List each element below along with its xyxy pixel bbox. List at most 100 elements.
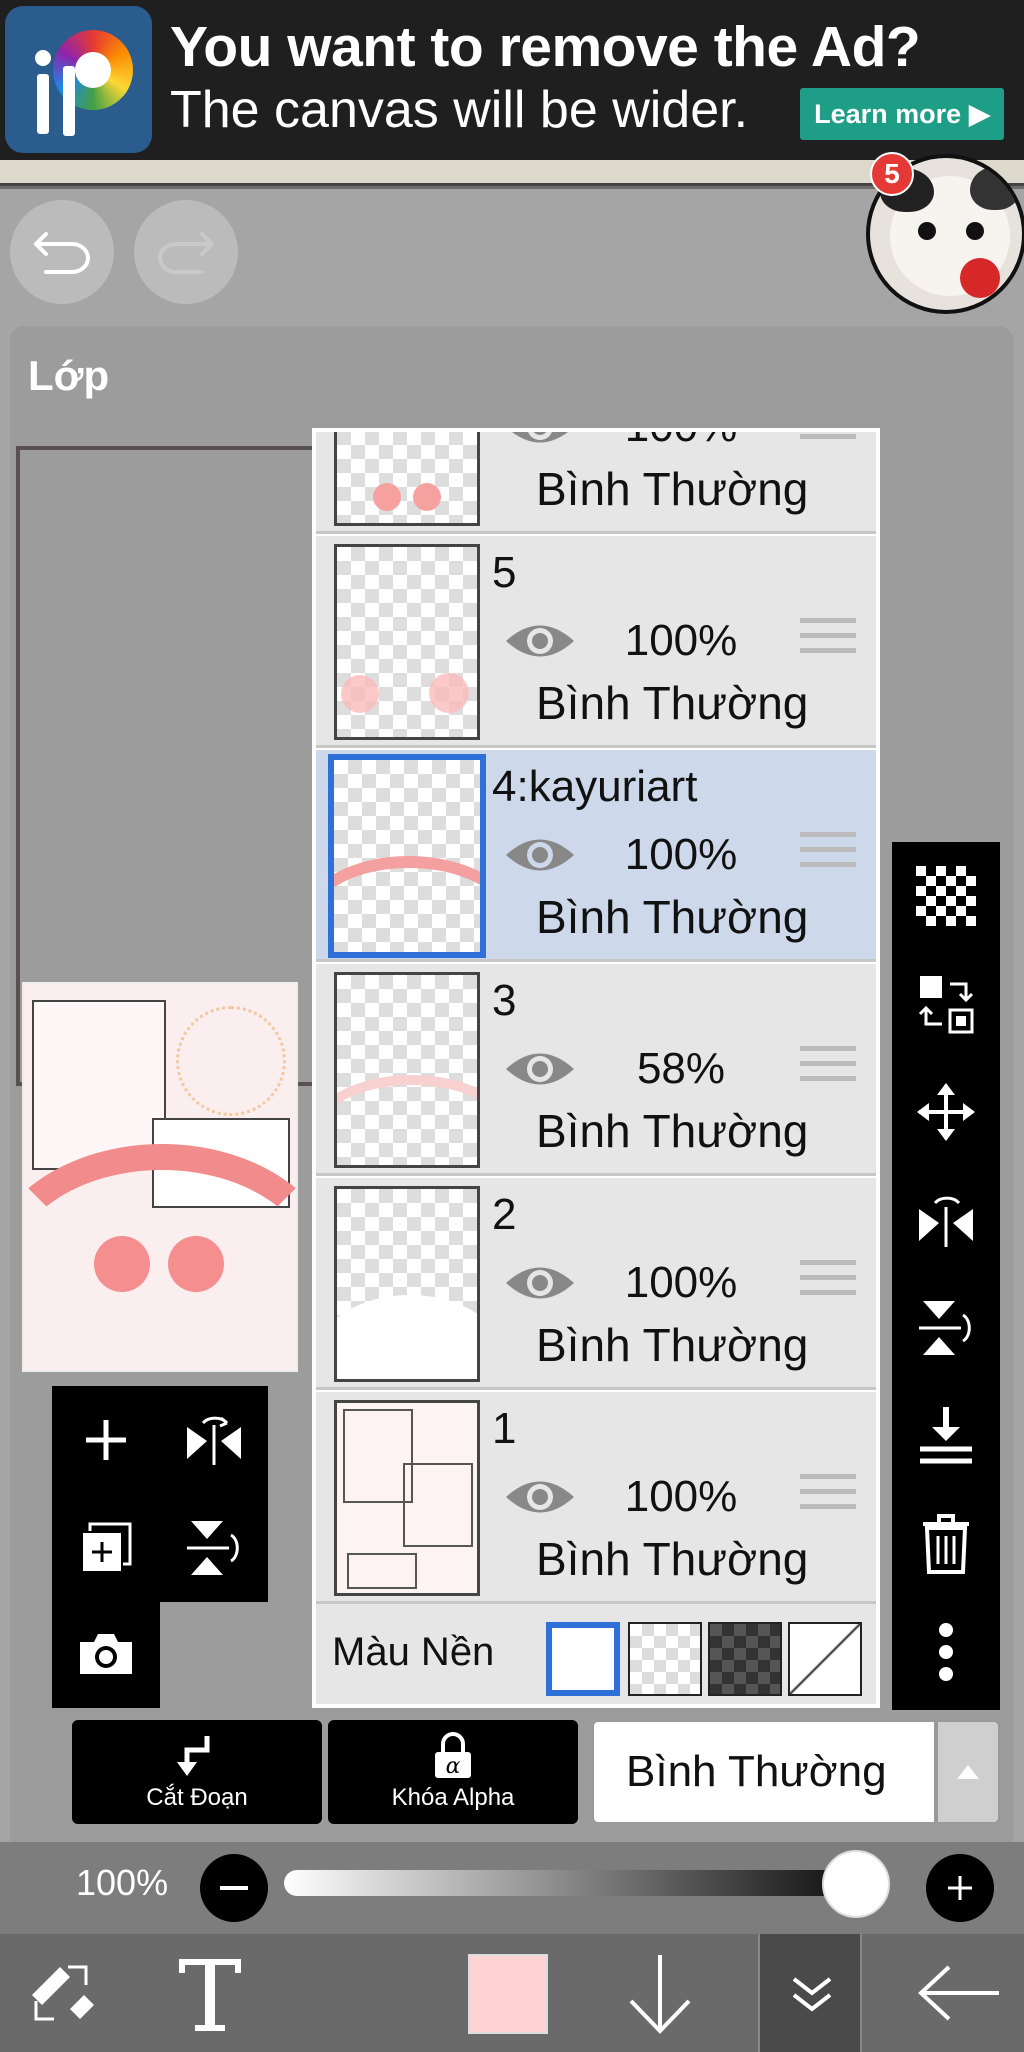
current-color-swatch[interactable]: [468, 1954, 548, 2034]
layer-name: 3: [492, 976, 517, 1025]
eye-icon[interactable]: [502, 1472, 578, 1522]
background-label: Màu Nền: [332, 1630, 495, 1674]
layers-button[interactable]: [758, 1934, 862, 2052]
flip-vertical-right-button[interactable]: [892, 1274, 1000, 1382]
layer-thumbnail: [328, 754, 486, 958]
bg-none-swatch[interactable]: [788, 1622, 862, 1696]
redo-icon: [158, 232, 214, 274]
ad-banner[interactable]: You want to remove the Ad? The canvas wi…: [0, 0, 1024, 160]
eye-icon[interactable]: [502, 428, 578, 452]
more-options-button[interactable]: [892, 1598, 1000, 1706]
notification-badge: 5: [870, 152, 914, 196]
bg-transparent-dark-swatch[interactable]: [708, 1622, 782, 1696]
layer-thumbnail: [334, 972, 480, 1168]
duplicate-layer-button[interactable]: [52, 1494, 160, 1602]
duplicate-layer-icon: [81, 1522, 132, 1573]
opacity-slider-knob[interactable]: [822, 1850, 890, 1918]
drag-handle-icon[interactable]: [800, 832, 856, 878]
flip-horizontal-button[interactable]: [160, 1386, 268, 1494]
layer-row[interactable]: 3 58% Bình Thường: [316, 964, 876, 1176]
opacity-decrease-button[interactable]: [200, 1854, 268, 1922]
flip-vertical-icon: [187, 1521, 239, 1575]
trash-icon: [923, 1514, 969, 1574]
blend-mode-dropdown-button[interactable]: [936, 1720, 1000, 1824]
camera-button[interactable]: [52, 1600, 160, 1708]
undo-button[interactable]: [10, 200, 114, 304]
layer-row[interactable]: 1 100% Bình Thường: [316, 1392, 876, 1604]
layer-name: 2: [492, 1190, 517, 1239]
layer-blend-mode: Bình Thường: [536, 1533, 809, 1585]
layer-list[interactable]: 100% Bình Thường 5 100% Bình Thường 4:ka…: [312, 428, 880, 1708]
layer-opacity: 100%: [624, 1472, 738, 1521]
layer-row[interactable]: 5 100% Bình Thường: [316, 536, 876, 748]
flip-horizontal-icon: [919, 1196, 973, 1247]
layer-tools-left: [52, 1386, 268, 1602]
delete-layer-button[interactable]: [892, 1490, 1000, 1598]
canvas-preview[interactable]: [22, 982, 298, 1372]
opacity-slider-row: 100%: [0, 1842, 1024, 1934]
eye-icon[interactable]: [502, 1258, 578, 1308]
undo-icon: [34, 232, 90, 274]
ad-subtitle: The canvas will be wider.: [170, 81, 749, 139]
drag-handle-icon[interactable]: [800, 1260, 856, 1306]
clipping-arrow-icon: [177, 1736, 210, 1776]
drag-handle-icon[interactable]: [800, 1474, 856, 1520]
alpha-lock-button[interactable]: α Khóa Alpha: [328, 1720, 578, 1824]
layer-row-selected[interactable]: 4:kayuriart 100% Bình Thường: [316, 750, 876, 962]
swap-layer-button[interactable]: [892, 950, 1000, 1058]
eye-icon[interactable]: [502, 830, 578, 880]
layer-row[interactable]: 100% Bình Thường: [316, 428, 876, 534]
layer-blend-mode: Bình Thường: [536, 891, 809, 943]
arrow-down-icon: [629, 1955, 691, 2034]
add-layer-button[interactable]: [52, 1386, 160, 1494]
layers-chevron-icon: [792, 1977, 832, 2012]
alpha-lock-icon: α: [435, 1732, 471, 1779]
merge-down-button[interactable]: [892, 1382, 1000, 1490]
learn-more-label: Learn more: [814, 98, 962, 129]
flip-horizontal-right-button[interactable]: [892, 1166, 1000, 1274]
plus-icon: [948, 1876, 972, 1900]
layer-name: 1: [492, 1404, 517, 1453]
bg-transparent-light-swatch[interactable]: [628, 1622, 702, 1696]
bg-white-swatch[interactable]: [546, 1622, 620, 1696]
layer-thumbnail: [334, 432, 480, 526]
drag-handle-icon[interactable]: [800, 432, 856, 450]
blend-mode-value: Bình Thường: [626, 1747, 887, 1796]
opacity-increase-button[interactable]: [926, 1854, 994, 1922]
checker-icon: [916, 866, 976, 926]
transparency-button[interactable]: [892, 842, 1000, 950]
flip-vertical-icon: [919, 1301, 971, 1355]
eye-icon[interactable]: [502, 1044, 578, 1094]
layer-opacity: 100%: [624, 1258, 738, 1307]
blend-mode-select[interactable]: Bình Thường: [592, 1720, 936, 1824]
layer-blend-mode: Bình Thường: [536, 1105, 809, 1157]
transform-tool-button[interactable]: [14, 1934, 110, 2052]
learn-more-button[interactable]: Learn more ▶: [800, 88, 1004, 140]
layer-opacity: 58%: [636, 1044, 726, 1093]
alpha-lock-label: Khóa Alpha: [391, 1784, 515, 1811]
opacity-slider-track[interactable]: [284, 1870, 888, 1896]
more-vertical-icon: [939, 1623, 953, 1681]
layer-opacity: 100%: [624, 616, 738, 665]
back-button[interactable]: [910, 1934, 1010, 2052]
bottom-toolbar: [0, 1934, 1024, 2052]
layer-name: 5: [492, 548, 517, 597]
eye-icon[interactable]: [502, 616, 578, 666]
ibis-paint-logo: [5, 6, 152, 153]
layer-down-button[interactable]: [612, 1934, 708, 2052]
opacity-value: 100%: [76, 1862, 169, 1903]
layer-opacity: 100%: [624, 830, 738, 879]
redo-button[interactable]: [134, 200, 238, 304]
drag-handle-icon[interactable]: [800, 1046, 856, 1092]
clipping-button[interactable]: Cắt Đoạn: [72, 1720, 322, 1824]
drag-handle-icon[interactable]: [800, 618, 856, 664]
move-layer-button[interactable]: [892, 1058, 1000, 1166]
background-color-row: Màu Nền: [316, 1604, 876, 1704]
transform-tool-icon: [32, 1965, 94, 2021]
flip-vertical-button[interactable]: [160, 1494, 268, 1602]
play-arrow-icon: ▶: [969, 98, 990, 129]
flip-horizontal-icon: [187, 1416, 241, 1465]
layer-row[interactable]: 2 100% Bình Thường: [316, 1178, 876, 1390]
layer-name: 4:kayuriart: [492, 762, 698, 811]
text-tool-button[interactable]: [160, 1934, 260, 2052]
